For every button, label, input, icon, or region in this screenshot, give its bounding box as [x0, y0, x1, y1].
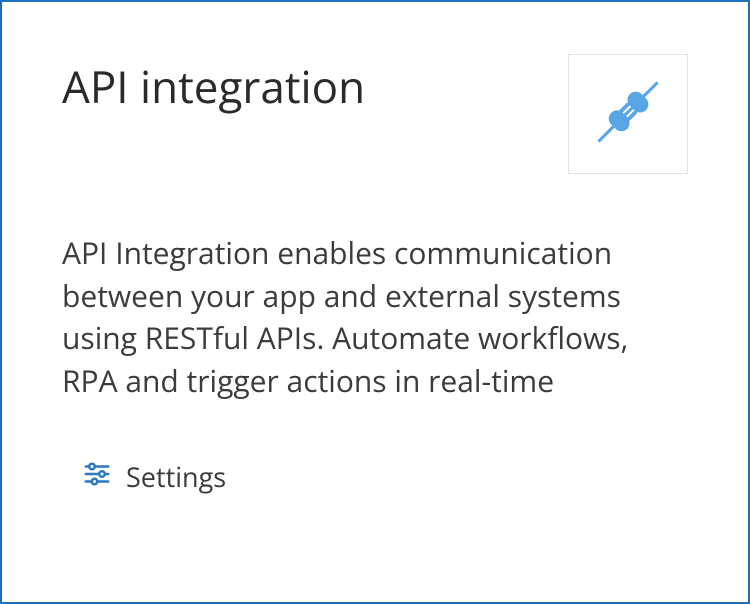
plug-icon: [589, 73, 667, 156]
settings-button[interactable]: Settings: [62, 458, 226, 495]
settings-label: Settings: [126, 458, 226, 495]
api-integration-card: API integration: [0, 0, 750, 604]
sliders-icon: [82, 459, 112, 494]
card-icon-box: [568, 54, 688, 174]
card-header: API integration: [62, 54, 688, 174]
card-title: API integration: [62, 54, 365, 110]
card-description: API Integration enables communication be…: [62, 232, 688, 402]
